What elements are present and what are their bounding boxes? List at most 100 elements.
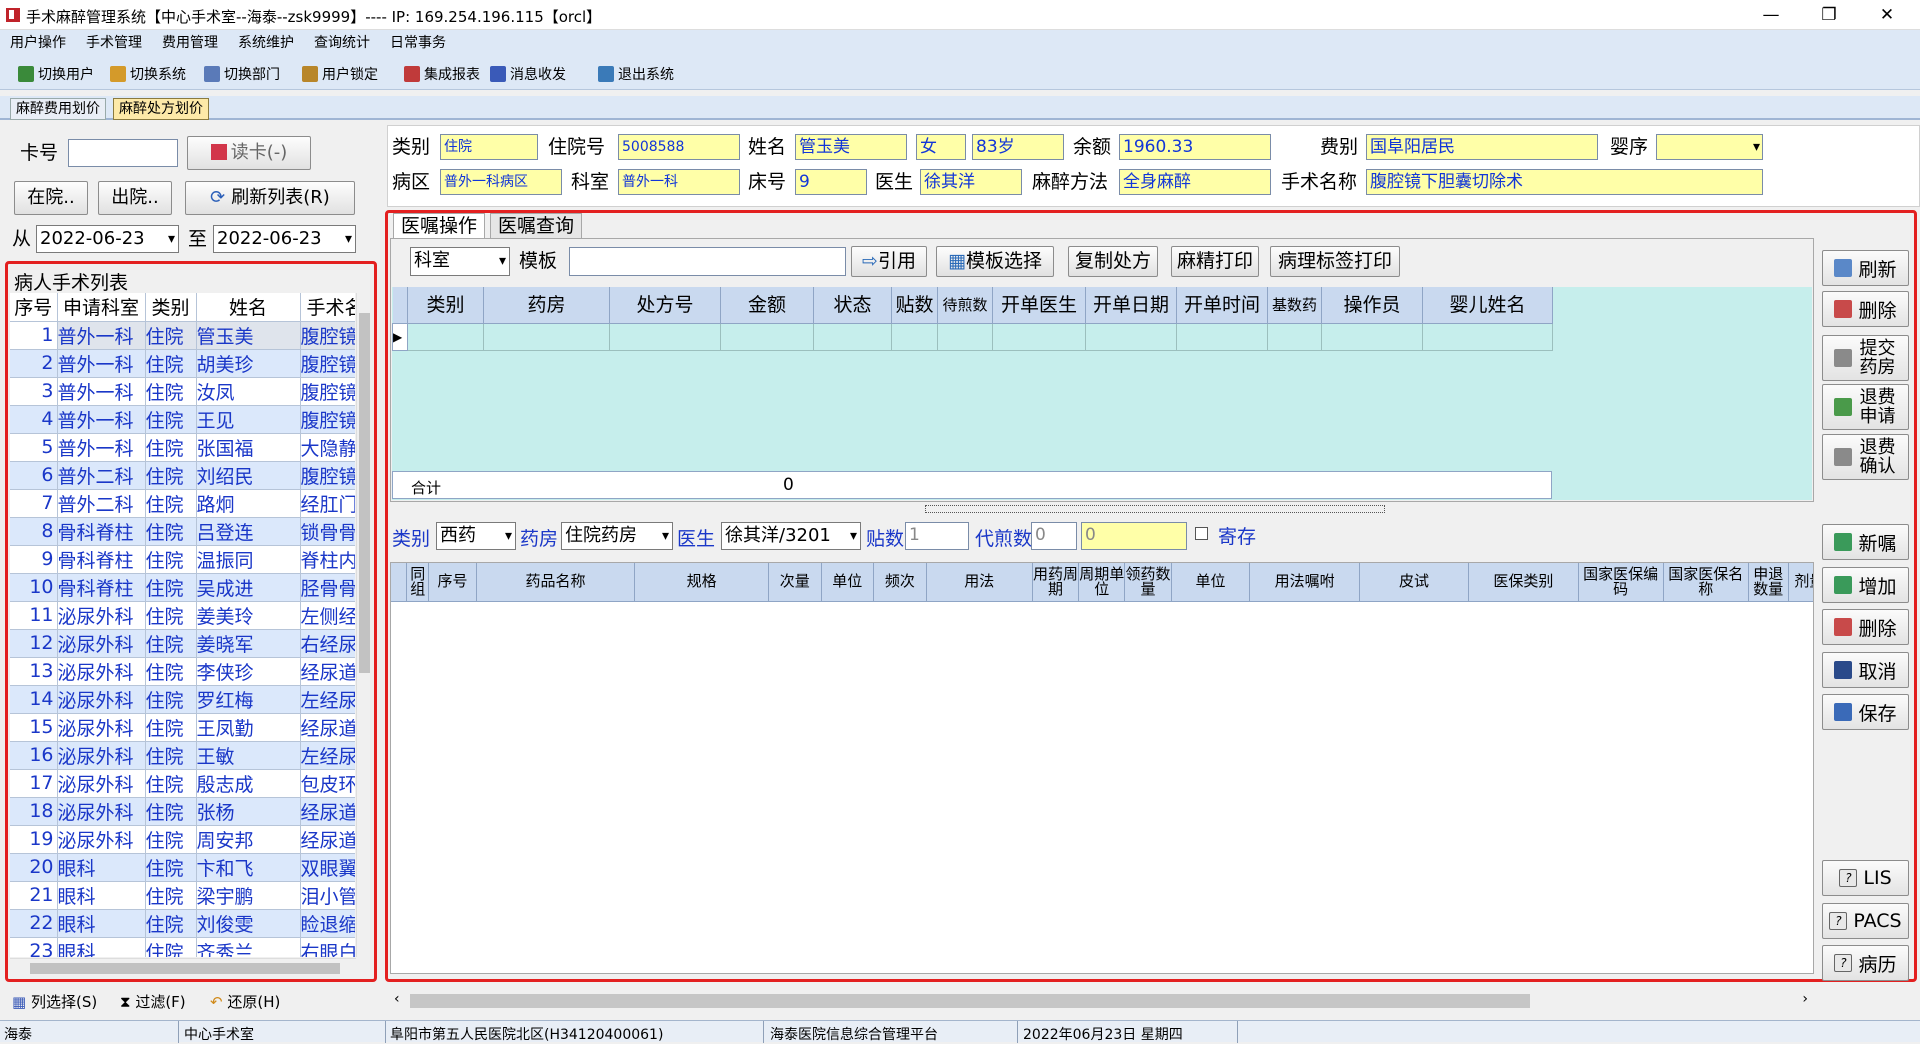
prescription-col-header[interactable]: 开单时间 <box>1176 287 1268 324</box>
patient-col-header[interactable]: 申请科室 <box>57 293 146 322</box>
detail-button-2[interactable]: 删除 <box>1822 609 1909 645</box>
toolbar-report-button[interactable]: 集成报表 <box>404 64 480 84</box>
table-cell[interactable] <box>1321 323 1423 351</box>
prescription-col-header[interactable]: 药房 <box>483 287 610 324</box>
table-cell[interactable] <box>1176 323 1268 351</box>
date-from-picker[interactable]: 2022-06-23 <box>36 225 179 253</box>
prescription-col-header[interactable]: 操作员 <box>1321 287 1423 324</box>
table-cell[interactable] <box>1422 323 1553 351</box>
table-row[interactable]: 21 眼科 住院 梁宇鹏 泪小管 <box>10 881 355 910</box>
detail-col-header[interactable]: 单位 <box>1171 563 1251 602</box>
table-row[interactable]: 3 普外一科 住院 汝凤 腹腔镜 <box>10 377 355 406</box>
date-to-picker[interactable]: 2022-06-23 <box>213 225 356 253</box>
filter-button[interactable]: ⧗ 过滤(F) <box>120 991 186 1012</box>
prescription-col-header[interactable]: 基数药 <box>1267 287 1322 324</box>
menu-item-1[interactable]: 手术管理 <box>76 30 152 56</box>
detail-col-header[interactable]: 剂量 <box>1788 563 1813 602</box>
table-cell[interactable] <box>891 323 938 351</box>
maximize-button[interactable]: ❐ <box>1800 0 1858 30</box>
detail-col-header[interactable]: 领药数量 <box>1124 563 1172 602</box>
table-row[interactable]: 2 普外一科 住院 胡美珍 腹腔镜 <box>10 349 355 378</box>
table-row[interactable]: 1 普外一科 住院 管玉美 腹腔镜 <box>10 321 355 350</box>
template-select-button[interactable]: ▦模板选择 <box>936 246 1054 277</box>
patient-col-header[interactable]: 姓名 <box>196 293 301 322</box>
pharmacy-combo[interactable]: 住院药房 <box>561 522 673 550</box>
table-row[interactable]: 22 眼科 住院 刘俊雯 睑退缩 <box>10 909 355 938</box>
table-cell[interactable] <box>937 323 993 351</box>
tab-order-operation[interactable]: 医嘱操作 <box>393 213 485 238</box>
toolbar-lock-user-button[interactable]: 用户锁定 <box>302 64 378 84</box>
patient-list-hscroll[interactable] <box>10 958 356 978</box>
card-input[interactable] <box>68 139 178 167</box>
detail-col-header[interactable]: 医保类别 <box>1468 563 1579 602</box>
table-cell[interactable] <box>609 323 721 351</box>
menu-item-2[interactable]: 费用管理 <box>152 30 228 56</box>
table-row[interactable]: 13 泌尿外科 住院 李侠珍 经尿道 <box>10 657 355 686</box>
table-cell[interactable] <box>720 323 814 351</box>
menu-item-3[interactable]: 系统维护 <box>228 30 304 56</box>
daijian-input[interactable]: 0 <box>1031 522 1077 550</box>
side-button-1[interactable]: 删除 <box>1822 291 1909 327</box>
extra-button-2[interactable]: ? 病历 <box>1822 945 1909 981</box>
tab-anes-fee[interactable]: 麻醉费用划价 <box>10 98 106 120</box>
table-cell[interactable] <box>483 323 610 351</box>
table-cell[interactable] <box>1267 323 1322 351</box>
side-button-0[interactable]: 刷新 <box>1822 250 1909 286</box>
detail-col-header[interactable]: 用药周期 <box>1032 563 1080 602</box>
detail-col-header[interactable]: 用法 <box>926 563 1033 602</box>
copy-prescription-button[interactable]: 复制处方 <box>1068 246 1158 277</box>
detail-col-header[interactable]: 药品名称 <box>476 563 636 602</box>
inhospital-button[interactable]: 在院.. <box>14 181 88 215</box>
detail-col-header[interactable]: 皮试 <box>1359 563 1470 602</box>
patient-col-header[interactable]: 手术名 <box>300 293 355 322</box>
minimize-button[interactable]: — <box>1742 0 1800 30</box>
detail-type-combo[interactable]: 西药 <box>436 522 516 550</box>
toolbar-exit-button[interactable]: 退出系统 <box>598 64 674 84</box>
tab-anes-prescription[interactable]: 麻醉处方划价 <box>113 98 209 120</box>
detail-col-header[interactable]: 序号 <box>428 563 477 602</box>
extra-button-0[interactable]: ? LIS <box>1822 860 1909 896</box>
quote-button[interactable]: ⇨引用 <box>851 246 927 277</box>
toolbar-users-button[interactable]: 切换用户 <box>18 64 94 84</box>
detail-col-header[interactable]: 用法嘱咐 <box>1249 563 1360 602</box>
extra-button-1[interactable]: ? PACS <box>1822 903 1909 939</box>
detail-col-header[interactable]: 次量 <box>768 563 822 602</box>
dept-combo[interactable]: 科室 <box>410 247 510 276</box>
print-label-button[interactable]: 病理标签打印 <box>1270 246 1400 277</box>
template-input[interactable] <box>569 247 846 276</box>
detail-col-header[interactable]: 频次 <box>873 563 927 602</box>
tab-order-query[interactable]: 医嘱查询 <box>490 213 582 238</box>
menu-item-0[interactable]: 用户操作 <box>0 30 76 56</box>
prescription-col-header[interactable]: 开单医生 <box>992 287 1086 324</box>
read-card-button[interactable]: 读卡(-) <box>187 136 311 170</box>
table-row[interactable]: 5 普外一科 住院 张国福 大隐静 <box>10 433 355 462</box>
table-row[interactable]: 15 泌尿外科 住院 王凤勤 经尿道 <box>10 713 355 742</box>
menu-item-4[interactable]: 查询统计 <box>304 30 380 56</box>
column-select-button[interactable]: ▦ 列选择(S) <box>12 991 97 1012</box>
prescription-col-header[interactable]: 婴儿姓名 <box>1422 287 1553 324</box>
table-cell[interactable] <box>1085 323 1177 351</box>
table-row[interactable]: 10 骨科脊柱 住院 吴成进 胫骨骨 <box>10 573 355 602</box>
table-row[interactable]: 18 泌尿外科 住院 张杨 经尿道 <box>10 797 355 826</box>
toolbar-department-button[interactable]: 切换部门 <box>204 64 280 84</box>
table-row[interactable]: 14 泌尿外科 住院 罗红梅 左经尿 <box>10 685 355 714</box>
prescription-col-header[interactable]: 状态 <box>813 287 892 324</box>
detail-button-1[interactable]: 增加 <box>1822 567 1909 603</box>
detail-col-header[interactable]: 国家医保编码 <box>1578 563 1664 602</box>
print-anes-button[interactable]: 麻精打印 <box>1171 246 1259 277</box>
splitter[interactable] <box>925 505 1385 513</box>
patient-col-header[interactable]: 类别 <box>145 293 197 322</box>
table-row[interactable]: 8 骨科脊柱 住院 吕登连 锁骨骨 <box>10 517 355 546</box>
table-row[interactable]: 16 泌尿外科 住院 王敏 左经尿 <box>10 741 355 770</box>
detail-col-header[interactable]: 规格 <box>634 563 769 602</box>
table-row[interactable]: 19 泌尿外科 住院 周安邦 经尿道 <box>10 825 355 854</box>
extra-input[interactable]: 0 <box>1081 522 1187 550</box>
table-row[interactable]: 4 普外一科 住院 王见 腹腔镜 <box>10 405 355 434</box>
prescription-col-header[interactable]: 金额 <box>720 287 814 324</box>
detail-col-header[interactable]: 同组 <box>406 563 430 602</box>
close-button[interactable]: ✕ <box>1858 0 1916 30</box>
prescription-col-header[interactable]: 开单日期 <box>1085 287 1177 324</box>
table-cell[interactable] <box>813 323 892 351</box>
table-row[interactable]: 9 骨科脊柱 住院 温振同 脊柱内 <box>10 545 355 574</box>
table-row[interactable]: 23 眼科 住院 齐秀兰 右眼白 <box>10 937 355 957</box>
